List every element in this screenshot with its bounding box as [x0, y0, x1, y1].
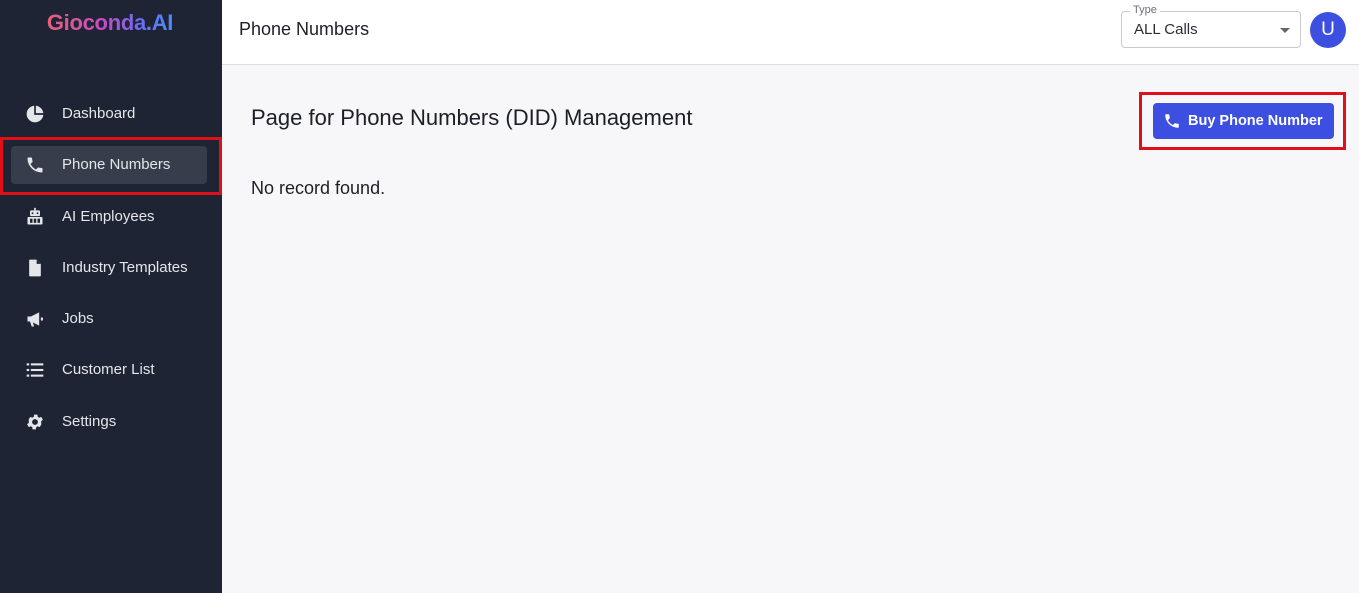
list-icon — [25, 360, 45, 380]
sidebar-item-jobs[interactable]: Jobs — [11, 300, 207, 338]
phone-icon — [1163, 112, 1181, 130]
sidebar-item-phone-numbers[interactable]: Phone Numbers — [11, 146, 207, 184]
empty-state-message: No record found. — [251, 178, 386, 198]
sidebar-item-dashboard[interactable]: Dashboard — [11, 95, 207, 133]
type-select-label: Type — [1130, 4, 1160, 16]
sidebar-item-label: Settings — [62, 413, 117, 430]
sidebar-item-label: Dashboard — [62, 105, 136, 122]
logo[interactable]: Gioconda.AI — [0, 10, 220, 36]
pie-chart-icon — [25, 104, 45, 124]
sidebar-item-settings[interactable]: Settings — [11, 403, 207, 441]
buy-phone-number-label: Buy Phone Number — [1188, 113, 1323, 129]
file-icon — [25, 258, 45, 278]
section-title: Page for Phone Numbers (DID) Management — [251, 105, 693, 130]
gear-icon — [25, 412, 45, 432]
top-header: Phone Numbers Type ALL Calls U — [222, 0, 1359, 65]
sidebar: Gioconda.AI Dashboard Phone Numbers AI E… — [0, 0, 222, 593]
logo-text: Gioconda.AI — [46, 10, 174, 35]
sidebar-item-industry-templates[interactable]: Industry Templates — [11, 249, 207, 287]
sidebar-item-label: AI Employees — [62, 208, 155, 225]
avatar[interactable]: U — [1310, 12, 1346, 48]
sidebar-item-label: Customer List — [62, 361, 155, 378]
phone-icon — [25, 155, 45, 175]
megaphone-icon — [25, 309, 45, 329]
sidebar-item-label: Phone Numbers — [62, 156, 171, 173]
sidebar-item-label: Jobs — [62, 310, 94, 327]
sidebar-item-label: Industry Templates — [62, 259, 188, 276]
sidebar-item-customer-list[interactable]: Customer List — [11, 351, 207, 389]
page-title: Phone Numbers — [239, 19, 370, 39]
sidebar-item-ai-employees[interactable]: AI Employees — [11, 198, 207, 236]
type-select-value: ALL Calls — [1134, 21, 1198, 38]
type-select[interactable]: Type ALL Calls — [1121, 4, 1301, 48]
robot-icon — [25, 207, 45, 227]
dropdown-caret-icon — [1280, 28, 1290, 33]
buy-phone-number-button[interactable]: Buy Phone Number — [1153, 103, 1334, 139]
